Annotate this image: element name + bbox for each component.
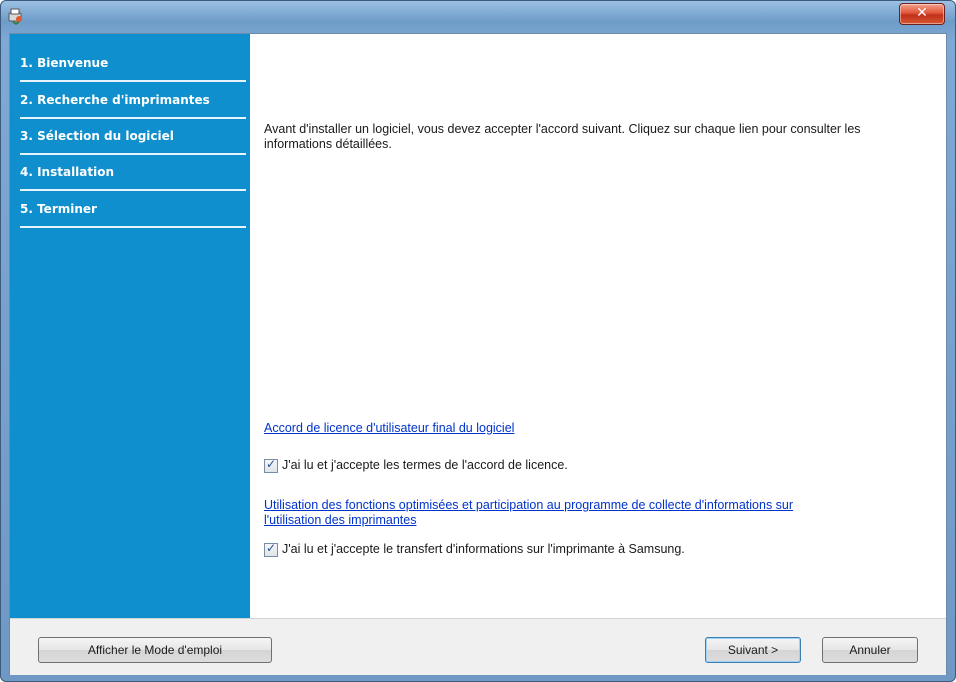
dialog-client-area: 1. Bienvenue 2. Recherche d'imprimantes … — [9, 33, 947, 675]
data-collection-link-line2[interactable]: l'utilisation des imprimantes — [264, 513, 793, 528]
license-agreement-link[interactable]: Accord de licence d'utilisateur final du… — [264, 421, 514, 436]
step-software-selection: 3. Sélection du logiciel — [20, 119, 246, 155]
step-welcome: 1. Bienvenue — [20, 46, 246, 82]
next-button[interactable]: Suivant > — [705, 637, 801, 663]
license-accept-label[interactable]: J'ai lu et j'accepte les termes de l'acc… — [282, 458, 568, 473]
installer-app-icon — [7, 7, 25, 25]
show-manual-button[interactable]: Afficher le Mode d'emploi — [38, 637, 272, 663]
checkmark-icon: ✓ — [266, 457, 277, 471]
close-button[interactable]: ✕ — [899, 3, 945, 25]
data-transfer-checkbox[interactable]: ✓ — [264, 541, 278, 557]
step-label: 4. Installation — [20, 165, 115, 179]
button-bar: Afficher le Mode d'emploi Suivant > Annu… — [10, 618, 946, 675]
data-collection-link[interactable]: Utilisation des fonctions optimisées et … — [264, 498, 793, 528]
intro-text: Avant d'installer un logiciel, vous deve… — [264, 122, 861, 151]
data-transfer-label[interactable]: J'ai lu et j'accepte le transfert d'info… — [282, 542, 685, 557]
steps-sidebar: 1. Bienvenue 2. Recherche d'imprimantes … — [10, 34, 250, 618]
cancel-button[interactable]: Annuler — [822, 637, 918, 663]
step-label: 2. Recherche d'imprimantes — [20, 93, 210, 107]
license-accept-checkbox[interactable]: ✓ — [264, 457, 278, 473]
step-label: 5. Terminer — [20, 202, 97, 216]
main-content: Avant d'installer un logiciel, vous deve… — [250, 34, 946, 618]
step-divider — [20, 80, 246, 82]
step-printer-search: 2. Recherche d'imprimantes — [20, 83, 246, 119]
step-label: 3. Sélection du logiciel — [20, 129, 174, 143]
step-divider — [20, 189, 246, 191]
title-bar[interactable]: ✕ — [1, 1, 955, 33]
step-installation: 4. Installation — [20, 155, 246, 191]
data-collection-link-line1[interactable]: Utilisation des fonctions optimisées et … — [264, 498, 793, 513]
step-label: 1. Bienvenue — [20, 56, 109, 70]
checkmark-icon: ✓ — [266, 541, 277, 555]
close-icon: ✕ — [916, 5, 928, 21]
step-finish: 5. Terminer — [20, 192, 246, 228]
installer-window: ✕ 1. Bienvenue 2. Recherche d'imprimante… — [0, 0, 956, 682]
step-divider — [20, 226, 246, 228]
